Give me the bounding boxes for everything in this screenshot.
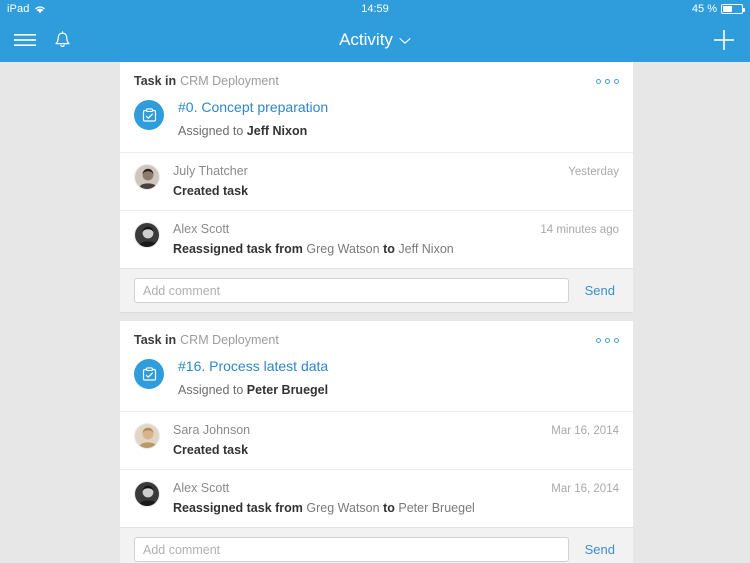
activity-meta: Sara Johnson Mar 16, 2014	[173, 423, 619, 437]
task-summary-row: #16. Process latest data Assigned to Pete…	[120, 355, 633, 411]
comment-bar: Send	[120, 268, 633, 312]
card-header: Task in CRM Deployment	[120, 321, 633, 355]
battery-percent-label: 45 %	[691, 3, 717, 15]
avatar-july-thatcher	[134, 164, 160, 190]
activity-author[interactable]: Alex Scott	[173, 481, 229, 495]
activity-meta: Alex Scott 14 minutes ago	[173, 222, 619, 236]
comment-input[interactable]	[134, 537, 569, 562]
task-checklist-icon	[134, 100, 164, 130]
task-title-link[interactable]: #16. Process latest data	[178, 358, 328, 374]
activity-timestamp: 14 minutes ago	[540, 224, 619, 236]
more-options-icon[interactable]	[596, 78, 619, 84]
navbar-right-actions	[712, 28, 736, 52]
page-title[interactable]: Activity	[339, 30, 393, 50]
activity-meta: Alex Scott Mar 16, 2014	[173, 481, 619, 495]
device-name: iPad	[7, 3, 30, 15]
navbar-left-actions	[14, 30, 71, 50]
send-comment-button[interactable]: Send	[581, 283, 619, 298]
avatar-alex-scott	[134, 222, 160, 248]
activity-meta: July Thatcher Yesterday	[173, 164, 619, 178]
hamburger-menu-icon[interactable]	[14, 32, 36, 48]
navigation-bar: Activity	[0, 18, 750, 62]
status-bar-right: 45 %	[691, 3, 745, 15]
send-comment-button[interactable]: Send	[581, 542, 619, 557]
activity-card-list: Task in CRM Deployment #0. Concept prepara…	[0, 62, 750, 563]
card-header: Task in CRM Deployment	[120, 62, 633, 96]
activity-body: Alex Scott 14 minutes ago Reassigned task …	[173, 222, 619, 256]
avatar-sara-johnson	[134, 423, 160, 449]
status-bar-clock: 14:59	[361, 3, 389, 15]
activity-timestamp: Mar 16, 2014	[551, 483, 619, 495]
activity-feed-scroll[interactable]: Task in CRM Deployment #0. Concept prepara…	[0, 62, 750, 563]
card-project-name[interactable]: CRM Deployment	[180, 74, 279, 88]
activity-author[interactable]: Alex Scott	[173, 222, 229, 236]
task-checklist-icon	[134, 359, 164, 389]
activity-timestamp: Yesterday	[568, 166, 619, 178]
activity-description: Reassigned task from Greg Watson to Pete…	[173, 501, 475, 515]
task-assignee-name: Jeff Nixon	[246, 124, 308, 138]
activity-body: July Thatcher Yesterday Created task	[173, 164, 619, 198]
activity-body: Sara Johnson Mar 16, 2014 Created task	[173, 423, 619, 457]
task-title-link[interactable]: #0. Concept preparation	[178, 99, 328, 115]
activity-body: Alex Scott Mar 16, 2014 Reassigned task fr…	[173, 481, 619, 515]
card-project-name[interactable]: CRM Deployment	[180, 333, 279, 347]
task-summary-row: #0. Concept preparation Assigned to Jeff …	[120, 96, 633, 152]
card-label: Task in	[134, 333, 177, 347]
status-bar: iPad 14:59 45 %	[0, 0, 750, 18]
task-assignee-line: Assigned to Jeff Nixon	[178, 124, 308, 138]
activity-row: Alex Scott 14 minutes ago Reassigned task …	[120, 210, 633, 268]
activity-description: Reassigned task from Greg Watson to Jeff…	[173, 242, 454, 256]
task-summary-body: #16. Process latest data Assigned to Pete…	[178, 357, 328, 397]
activity-author[interactable]: Sara Johnson	[173, 423, 250, 437]
activity-description: Created task	[173, 443, 249, 457]
activity-author[interactable]: July Thatcher	[173, 164, 248, 178]
activity-row: Sara Johnson Mar 16, 2014 Created task	[120, 411, 633, 469]
activity-description: Created task	[173, 184, 249, 198]
activity-card: Task in CRM Deployment #16. Process latest…	[120, 321, 633, 563]
activity-row: Alex Scott Mar 16, 2014 Reassigned task fr…	[120, 469, 633, 527]
comment-input[interactable]	[134, 278, 569, 303]
activity-row: July Thatcher Yesterday Created task	[120, 152, 633, 210]
comment-bar: Send	[120, 527, 633, 563]
task-summary-body: #0. Concept preparation Assigned to Jeff …	[178, 98, 328, 138]
task-assignee-name: Peter Bruegel	[246, 383, 329, 397]
bell-icon[interactable]	[54, 30, 71, 50]
navbar-title-group: Activity	[0, 30, 750, 50]
activity-card: Task in CRM Deployment #0. Concept prepara…	[120, 62, 633, 313]
card-label: Task in	[134, 74, 177, 88]
more-options-icon[interactable]	[596, 337, 619, 343]
battery-icon	[721, 4, 745, 14]
plus-icon[interactable]	[712, 28, 736, 52]
ipad-screen: iPad 14:59 45 % Activity Task in CRM Dep…	[0, 0, 750, 563]
activity-timestamp: Mar 16, 2014	[551, 425, 619, 437]
task-assignee-line: Assigned to Peter Bruegel	[178, 383, 329, 397]
chevron-down-icon[interactable]	[399, 30, 411, 50]
status-bar-left: iPad	[7, 3, 46, 15]
wifi-icon	[34, 4, 46, 14]
avatar-alex-scott	[134, 481, 160, 507]
